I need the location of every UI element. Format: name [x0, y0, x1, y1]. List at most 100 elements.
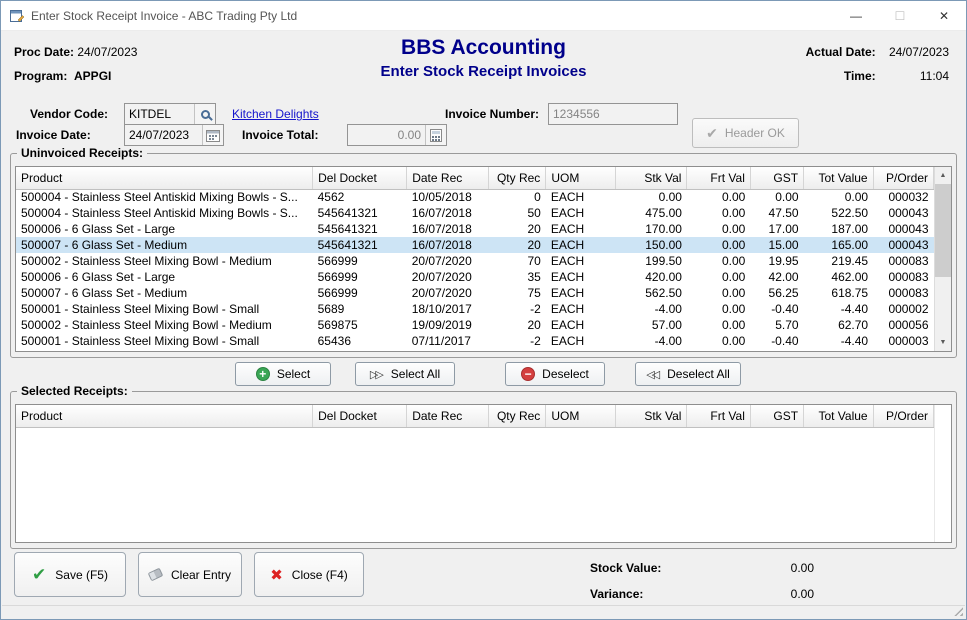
table-row[interactable]: 500004 - Stainless Steel Antiskid Mixing… — [16, 189, 934, 205]
table-cell: 0.00 — [687, 253, 750, 269]
column-header[interactable]: Product — [16, 405, 313, 427]
table-cell: 16/07/2018 — [407, 221, 489, 237]
magnifier-icon — [201, 110, 210, 119]
table-row[interactable]: 500001 - Stainless Steel Mixing Bowl - S… — [16, 301, 934, 317]
table-cell: EACH — [546, 301, 616, 317]
table-cell: 5689 — [313, 301, 407, 317]
column-header[interactable]: Stk Val — [615, 167, 687, 189]
column-header[interactable]: Date Rec — [407, 405, 489, 427]
table-cell: 0.00 — [687, 221, 750, 237]
column-header[interactable]: UOM — [546, 167, 616, 189]
column-header[interactable]: GST — [750, 167, 803, 189]
invoice-number-label: Invoice Number: — [445, 107, 539, 121]
invoice-total-label: Invoice Total: — [242, 128, 318, 142]
column-header[interactable]: P/Order — [873, 167, 933, 189]
minimize-button[interactable]: — — [834, 1, 878, 31]
selected-receipts-group: Selected Receipts: ProductDel DocketDate… — [10, 391, 957, 549]
table-row[interactable]: 500007 - 6 Glass Set - Medium54564132116… — [16, 237, 934, 253]
vendor-name-link[interactable]: Kitchen Delights — [232, 107, 319, 121]
vertical-scrollbar[interactable]: ▲ ▼ — [934, 167, 951, 351]
table-cell: -4.40 — [804, 333, 874, 349]
select-button[interactable]: + Select — [235, 362, 331, 386]
window-title: Enter Stock Receipt Invoice - ABC Tradin… — [31, 9, 834, 23]
table-cell: 70 — [489, 253, 546, 269]
column-header[interactable]: Tot Value — [804, 167, 874, 189]
column-header[interactable]: Del Docket — [313, 405, 407, 427]
vendor-code-field — [124, 103, 216, 125]
table-row[interactable]: 500006 - 6 Glass Set - Large54564132116/… — [16, 221, 934, 237]
selected-receipts-label: Selected Receipts: — [17, 384, 132, 398]
close-button[interactable]: ✕ — [922, 1, 966, 31]
table-row[interactable]: 500004 - Stainless Steel Antiskid Mixing… — [16, 205, 934, 221]
select-all-button[interactable]: ▷▷ Select All — [355, 362, 455, 386]
table-cell: 500002 - Stainless Steel Mixing Bowl - M… — [16, 253, 313, 269]
table-cell: EACH — [546, 269, 616, 285]
table-cell: 0.00 — [687, 333, 750, 349]
deselect-all-button[interactable]: ◁◁ Deselect All — [635, 362, 741, 386]
table-cell: 16/07/2018 — [407, 205, 489, 221]
table-cell: 4562 — [313, 189, 407, 205]
table-cell: 42.00 — [750, 269, 803, 285]
bottom-bar: ✔ Save (F5) Clear Entry ✖ Close (F4) Sto… — [2, 552, 965, 604]
column-header[interactable]: Frt Val — [687, 405, 750, 427]
table-row[interactable]: 500001 - Stainless Steel Mixing Bowl - S… — [16, 333, 934, 349]
invoice-total-field — [347, 124, 447, 146]
table-cell: 219.45 — [804, 253, 874, 269]
table-cell: 000056 — [873, 317, 933, 333]
column-header[interactable]: Del Docket — [313, 167, 407, 189]
column-header[interactable]: Product — [16, 167, 313, 189]
column-header[interactable]: GST — [750, 405, 803, 427]
close-f4-button[interactable]: ✖ Close (F4) — [254, 552, 364, 597]
column-header[interactable]: P/Order — [873, 405, 933, 427]
column-header[interactable]: UOM — [546, 405, 616, 427]
table-cell: 5.70 — [750, 317, 803, 333]
header-info: Proc Date: 24/07/2023 Program: APPGI BBS… — [2, 32, 965, 96]
table-row[interactable]: 500002 - Stainless Steel Mixing Bowl - M… — [16, 317, 934, 333]
column-header[interactable]: Stk Val — [615, 405, 687, 427]
table-cell: -0.40 — [750, 333, 803, 349]
clear-entry-button[interactable]: Clear Entry — [138, 552, 242, 597]
scroll-up-button[interactable]: ▲ — [935, 167, 951, 184]
table-row[interactable]: 500007 - 6 Glass Set - Medium56699920/07… — [16, 285, 934, 301]
select-all-label: Select All — [391, 367, 440, 381]
column-header[interactable]: Date Rec — [407, 167, 489, 189]
save-check-icon: ✔ — [32, 565, 46, 585]
main-content: Proc Date: 24/07/2023 Program: APPGI BBS… — [2, 32, 965, 605]
calendar-button[interactable] — [202, 125, 223, 145]
deselect-button[interactable]: − Deselect — [505, 362, 605, 386]
table-cell: 0.00 — [687, 285, 750, 301]
titlebar: Enter Stock Receipt Invoice - ABC Tradin… — [1, 1, 966, 31]
column-header[interactable]: Frt Val — [687, 167, 750, 189]
scrollbar-thumb[interactable] — [935, 184, 951, 277]
calculator-icon — [430, 129, 442, 142]
table-cell: 545641321 — [313, 221, 407, 237]
invoice-date-input[interactable] — [125, 125, 202, 145]
table-cell: 0.00 — [687, 189, 750, 205]
table-row[interactable]: 500006 - 6 Glass Set - Large56699920/07/… — [16, 269, 934, 285]
table-row[interactable]: 500002 - Stainless Steel Mixing Bowl - M… — [16, 253, 934, 269]
table-cell: 56.25 — [750, 285, 803, 301]
vendor-code-input[interactable] — [125, 104, 194, 124]
scroll-up-icon: ▲ — [940, 172, 947, 179]
uninvoiced-receipts-grid: ProductDel DocketDate RecQty RecUOMStk V… — [15, 166, 952, 352]
column-header[interactable]: Qty Rec — [489, 405, 546, 427]
maximize-icon: ☐ — [895, 9, 906, 23]
table-cell: 10/05/2018 — [407, 189, 489, 205]
vendor-lookup-button[interactable] — [194, 104, 215, 124]
save-label: Save (F5) — [55, 568, 108, 582]
table-cell: 18/10/2017 — [407, 301, 489, 317]
save-button[interactable]: ✔ Save (F5) — [14, 552, 126, 597]
table-cell: 500006 - 6 Glass Set - Large — [16, 269, 313, 285]
column-header[interactable]: Qty Rec — [489, 167, 546, 189]
table-cell: 522.50 — [804, 205, 874, 221]
select-plus-icon: + — [256, 367, 270, 381]
resize-grip[interactable] — [953, 606, 963, 616]
selected-receipts-grid: ProductDel DocketDate RecQty RecUOMStk V… — [15, 404, 952, 543]
column-header[interactable]: Tot Value — [804, 405, 874, 427]
scroll-down-button[interactable]: ▼ — [935, 334, 951, 351]
table-cell: 500002 - Stainless Steel Mixing Bowl - M… — [16, 317, 313, 333]
table-cell: 000083 — [873, 253, 933, 269]
scrollbar-track[interactable] — [935, 184, 951, 334]
actual-date: Actual Date: 24/07/2023 — [806, 40, 949, 64]
table-cell: EACH — [546, 221, 616, 237]
